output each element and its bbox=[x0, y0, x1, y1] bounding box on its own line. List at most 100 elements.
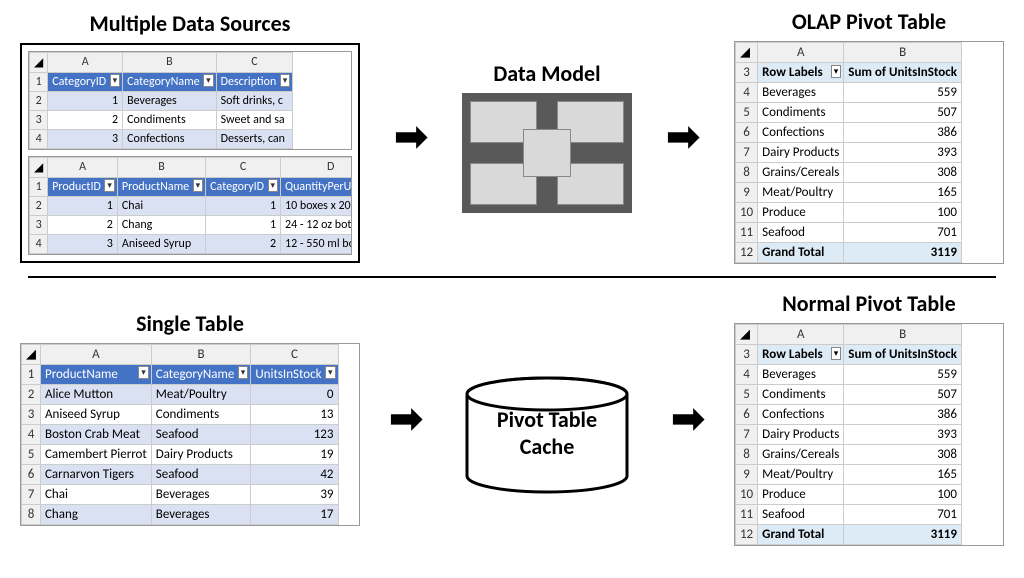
pivot-row-label: Condiments bbox=[758, 385, 844, 405]
pivot-value: 507 bbox=[844, 385, 962, 405]
cell: Condiments bbox=[123, 110, 217, 129]
row-hdr: 7 bbox=[735, 143, 757, 163]
pivot-row-label: Dairy Products bbox=[758, 425, 844, 445]
filter-dropdown-icon[interactable]: ▾ bbox=[831, 347, 842, 360]
filter-header[interactable]: Description bbox=[216, 72, 293, 91]
pivot-grand-total-value: 3119 bbox=[844, 243, 962, 263]
row-hdr: 9 bbox=[735, 465, 757, 485]
bottom-row: Single Table ◢ A B C 1 ProductName Categ… bbox=[0, 282, 1024, 554]
row-hdr: 8 bbox=[22, 505, 41, 525]
sheet-corner-icon: ◢ bbox=[735, 325, 757, 345]
cell: 2 bbox=[48, 215, 118, 234]
pivot-row-label: Beverages bbox=[758, 83, 844, 103]
row-hdr: 8 bbox=[735, 445, 757, 465]
row-hdr: 3 bbox=[30, 215, 48, 234]
cell: 0 bbox=[251, 385, 338, 405]
cell: 19 bbox=[251, 445, 338, 465]
pivot-row-label: Seafood bbox=[758, 505, 844, 525]
filter-header[interactable]: ProductName bbox=[117, 177, 205, 196]
pivot-row-label: Meat/Poultry bbox=[758, 183, 844, 203]
row-hdr: 5 bbox=[735, 103, 757, 123]
cell: 17 bbox=[251, 505, 338, 525]
filter-header[interactable]: CategoryID bbox=[206, 177, 281, 196]
cell: 2 bbox=[206, 234, 281, 253]
single-source-table: ◢ A B C 1 ProductName CategoryName Units… bbox=[20, 343, 360, 526]
multi-sources-container: ◢ A B C 1 CategoryID CategoryName Descri… bbox=[20, 43, 360, 263]
row-hdr: 12 bbox=[735, 525, 757, 545]
row-hdr: 3 bbox=[30, 110, 48, 129]
filter-header[interactable]: CategoryName bbox=[123, 72, 217, 91]
row-hdr: 4 bbox=[30, 234, 48, 253]
row-hdr: 8 bbox=[735, 163, 757, 183]
cell: Boston Crab Meat bbox=[41, 425, 152, 445]
arrow-icon: ➡ bbox=[666, 112, 700, 161]
pivot-value: 559 bbox=[844, 365, 962, 385]
pivot-value: 165 bbox=[844, 465, 962, 485]
pivot-row-labels-header[interactable]: Row Labels▾ bbox=[758, 63, 844, 83]
cell: 1 bbox=[206, 196, 281, 215]
pivot-row-label: Grains/Cereals bbox=[758, 163, 844, 183]
row-hdr: 5 bbox=[22, 445, 41, 465]
pivot-value: 393 bbox=[844, 143, 962, 163]
filter-dropdown-icon[interactable]: ▾ bbox=[831, 65, 842, 78]
sheet-corner-icon: ◢ bbox=[22, 345, 41, 365]
data-model-diagram bbox=[462, 93, 632, 213]
col-hdr: D bbox=[281, 157, 352, 177]
filter-header[interactable]: ProductName bbox=[41, 365, 152, 385]
cell: 24 - 12 oz bottles bbox=[281, 215, 352, 234]
pivot-grand-total-label: Grand Total bbox=[758, 243, 844, 263]
cell: 39 bbox=[251, 485, 338, 505]
pivot-value: 386 bbox=[844, 123, 962, 143]
row-hdr: 4 bbox=[735, 83, 757, 103]
pivot-row-label: Condiments bbox=[758, 103, 844, 123]
cell: Seafood bbox=[151, 425, 251, 445]
row-hdr: 7 bbox=[22, 485, 41, 505]
row-hdr: 3 bbox=[735, 63, 757, 83]
filter-header[interactable]: ProductID bbox=[48, 177, 118, 196]
pivot-value: 701 bbox=[844, 223, 962, 243]
col-hdr: A bbox=[41, 345, 152, 365]
cell: Aniseed Syrup bbox=[117, 234, 205, 253]
cell: Chai bbox=[41, 485, 152, 505]
pivot-value: 308 bbox=[844, 445, 962, 465]
pivot-value: 393 bbox=[844, 425, 962, 445]
data-model-section: Data Model bbox=[462, 60, 632, 213]
col-hdr: B bbox=[123, 52, 217, 72]
filter-header[interactable]: CategoryName bbox=[151, 365, 251, 385]
pivot-value: 308 bbox=[844, 163, 962, 183]
divider bbox=[28, 276, 996, 278]
col-hdr: B bbox=[844, 43, 962, 63]
top-row: Multiple Data Sources ◢ A B C 1 Category… bbox=[0, 0, 1024, 272]
col-hdr: A bbox=[758, 325, 844, 345]
filter-header[interactable]: QuantityPerUnit bbox=[281, 177, 352, 196]
pivot-row-label: Produce bbox=[758, 203, 844, 223]
single-table-section: Single Table ◢ A B C 1 ProductName Categ… bbox=[20, 310, 360, 526]
filter-header[interactable]: UnitsInStock bbox=[251, 365, 338, 385]
normal-pivot-table: ◢AB3Row Labels▾Sum of UnitsInStock4Bever… bbox=[734, 323, 1004, 546]
cell: 42 bbox=[251, 465, 338, 485]
arrow-icon: ➡ bbox=[389, 394, 423, 443]
col-hdr: B bbox=[151, 345, 251, 365]
cell: 13 bbox=[251, 405, 338, 425]
cell: Soft drinks, c bbox=[216, 91, 293, 110]
arrow-icon: ➡ bbox=[671, 394, 705, 443]
col-hdr: B bbox=[844, 325, 962, 345]
pivot-row-labels-header[interactable]: Row Labels▾ bbox=[758, 345, 844, 365]
row-hdr: 1 bbox=[22, 365, 41, 385]
cell: 2 bbox=[48, 110, 123, 129]
pivot-cache-section: Pivot Table Cache bbox=[452, 376, 642, 460]
row-hdr: 10 bbox=[735, 485, 757, 505]
arrow-icon: ➡ bbox=[394, 112, 428, 161]
col-hdr: C bbox=[251, 345, 338, 365]
cache-label: Pivot Table bbox=[497, 406, 597, 433]
title-data-model: Data Model bbox=[493, 60, 600, 87]
title-olap-pivot: OLAP Pivot Table bbox=[792, 8, 946, 35]
pivot-row-label: Meat/Poultry bbox=[758, 465, 844, 485]
cell: 1 bbox=[48, 196, 118, 215]
pivot-grand-total-label: Grand Total bbox=[758, 525, 844, 545]
categories-table: ◢ A B C 1 CategoryID CategoryName Descri… bbox=[28, 51, 352, 150]
cell: Chang bbox=[117, 215, 205, 234]
filter-header[interactable]: CategoryID bbox=[48, 72, 123, 91]
row-hdr: 4 bbox=[735, 365, 757, 385]
pivot-row-label: Beverages bbox=[758, 365, 844, 385]
